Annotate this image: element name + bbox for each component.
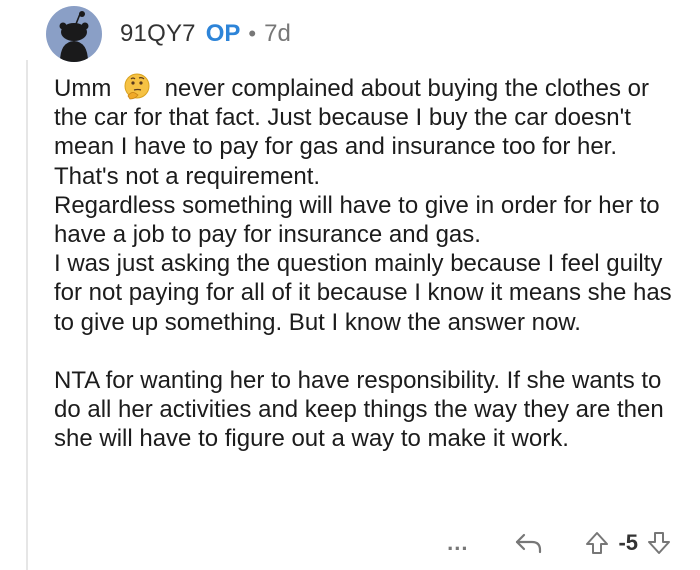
comment-paragraph-1: Umm never complained about buying the cl… bbox=[54, 72, 674, 191]
avatar[interactable] bbox=[46, 6, 102, 62]
thread-line bbox=[26, 60, 28, 570]
comment-actions: ... -5 bbox=[447, 526, 672, 560]
comment-paragraph-4: NTA for wanting her to have responsibili… bbox=[54, 366, 664, 453]
op-badge: OP bbox=[205, 20, 241, 47]
comment-header: 91QY7 OP • 7d bbox=[46, 6, 291, 62]
vote-count: -5 bbox=[618, 530, 638, 555]
comment-age: 7d bbox=[264, 20, 291, 47]
snoo-icon bbox=[59, 11, 89, 62]
comment-paragraph-2: Regardless something will have to give i… bbox=[54, 191, 660, 249]
downvote-icon[interactable] bbox=[646, 530, 672, 556]
upvote-icon[interactable] bbox=[584, 530, 610, 556]
reply-icon[interactable] bbox=[514, 531, 544, 555]
username[interactable]: 91QY7 bbox=[120, 20, 196, 48]
comment-paragraph-1-start: Umm bbox=[54, 75, 112, 102]
comment-body: Umm never complained about buying the cl… bbox=[54, 72, 674, 453]
separator-dot: • bbox=[248, 21, 257, 46]
thinking-face-icon bbox=[124, 73, 150, 100]
comment-paragraph-3: I was just asking the question mainly be… bbox=[54, 250, 672, 336]
more-options-button[interactable]: ... bbox=[447, 530, 468, 556]
